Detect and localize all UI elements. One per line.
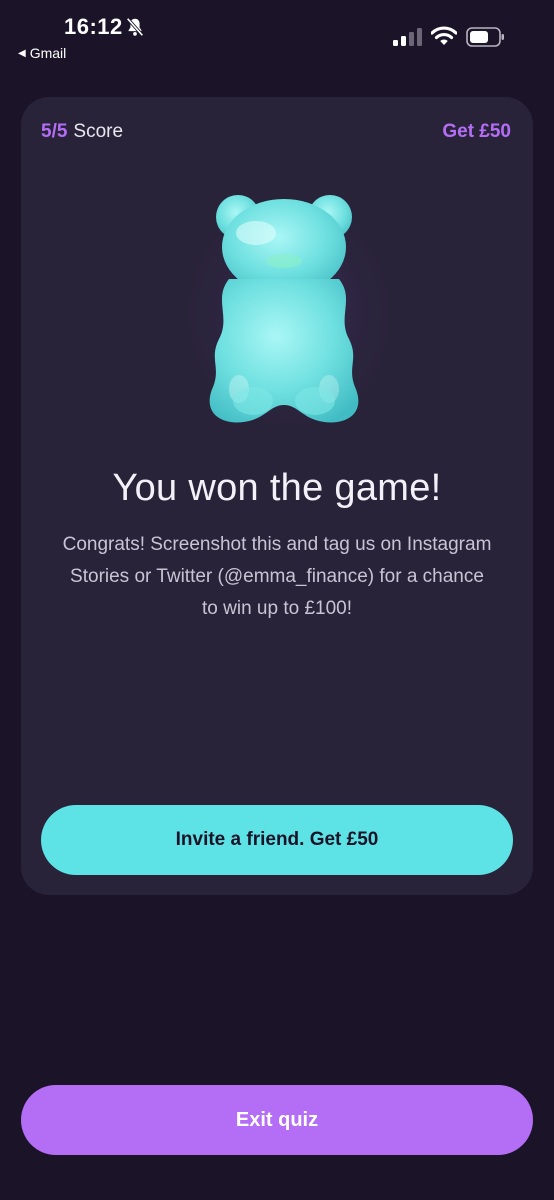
back-to-app-link[interactable]: ◀ Gmail [18, 45, 66, 61]
back-arrow-icon: ◀ [18, 47, 26, 59]
status-time: 16:12 [64, 14, 123, 39]
get-reward-link[interactable]: Get £50 [442, 121, 511, 143]
screen: 16:12 ◀ Gmail 5/5 Score Get £50 You won … [0, 0, 554, 1200]
invite-friend-button[interactable]: Invite a friend. Get £50 [41, 805, 513, 875]
status-bar: 16:12 ◀ Gmail [0, 0, 554, 70]
score-value: 5/5 [41, 121, 68, 142]
win-title: You won the game! [112, 467, 442, 509]
wifi-icon [431, 26, 457, 45]
score-display: 5/5 Score [41, 121, 123, 143]
bell-slash-icon [126, 17, 144, 37]
back-app-label: Gmail [29, 45, 67, 61]
gummy-bear-illustration [171, 189, 401, 444]
win-message: Congrats! Screenshot this and tag us on … [62, 534, 492, 619]
score-label: Score [73, 121, 124, 142]
result-card: 5/5 Score Get £50 You won the game! Cong… [21, 97, 533, 895]
battery-icon [466, 27, 504, 47]
exit-quiz-button[interactable]: Exit quiz [21, 1085, 533, 1155]
signal-icon [393, 28, 422, 46]
